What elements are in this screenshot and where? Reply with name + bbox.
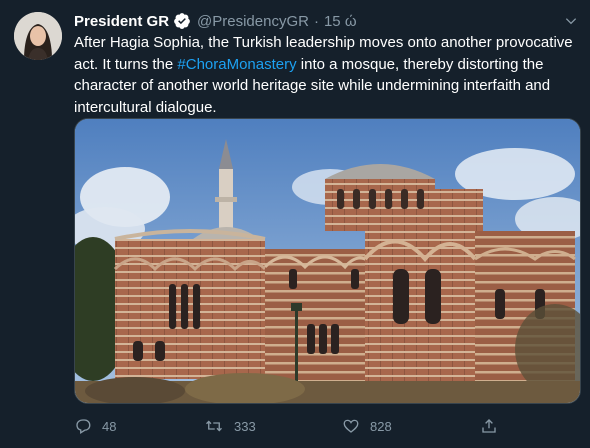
share-icon <box>482 419 496 433</box>
handle[interactable]: @PresidencyGR <box>197 13 309 30</box>
display-name[interactable]: President GR <box>74 13 169 30</box>
hashtag-link[interactable]: #ChoraMonastery <box>177 56 296 73</box>
tweet-text: After Hagia Sophia, the Turkish leadersh… <box>74 32 574 118</box>
tweet-header: President GR @PresidencyGR · 15 ώ <box>74 10 576 32</box>
share-button[interactable] <box>480 414 508 438</box>
verified-badge-icon <box>173 12 191 30</box>
retweet-button[interactable]: 333 <box>204 414 256 438</box>
heart-icon <box>343 419 359 433</box>
tweet-action-bar: 48 333 828 <box>74 414 514 438</box>
avatar[interactable] <box>14 12 62 60</box>
tweet-media-photo[interactable] <box>74 118 581 404</box>
reply-button[interactable]: 48 <box>74 414 116 438</box>
reply-icon <box>76 419 91 434</box>
chevron-down-icon[interactable] <box>562 12 580 30</box>
separator: · <box>313 12 319 30</box>
like-count: 828 <box>370 418 392 434</box>
chora-monastery-photo <box>75 119 580 403</box>
reply-count: 48 <box>102 418 117 434</box>
timestamp[interactable]: 15 ώ <box>324 13 357 30</box>
retweet-count: 333 <box>234 418 256 434</box>
retweet-icon <box>206 420 222 432</box>
like-button[interactable]: 828 <box>342 414 392 438</box>
profile-photo <box>14 12 62 60</box>
